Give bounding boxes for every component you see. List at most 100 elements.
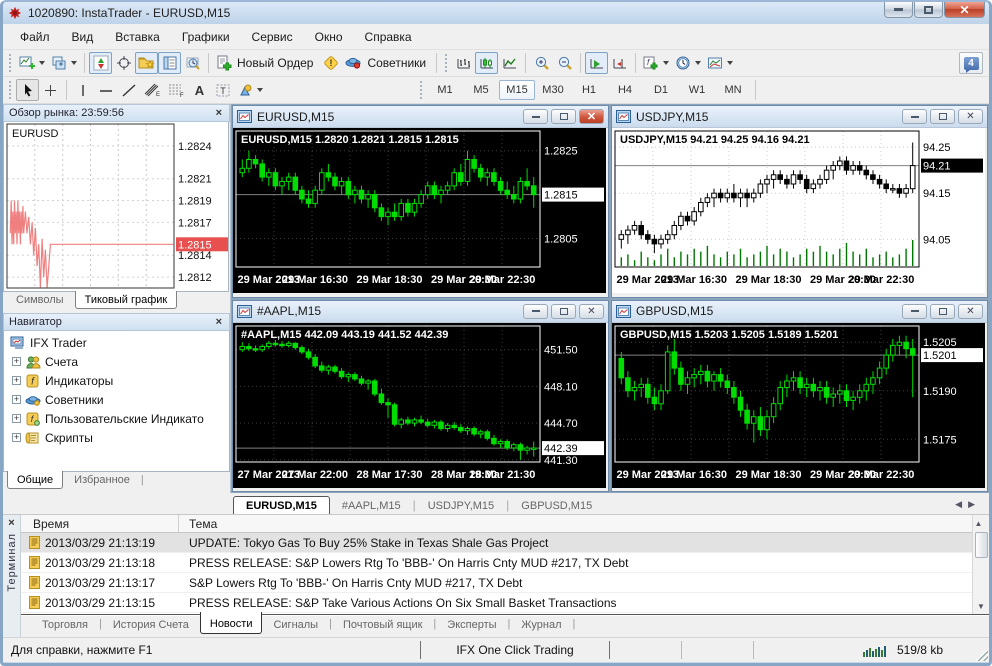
channel-tool-button[interactable]: E bbox=[140, 79, 164, 101]
timeframe-h4[interactable]: H4 bbox=[607, 80, 643, 100]
chart-shift-button[interactable] bbox=[585, 52, 609, 74]
tab-news[interactable]: Новости bbox=[199, 612, 263, 634]
expand-icon[interactable]: + bbox=[12, 376, 21, 385]
news-row[interactable]: 2013/03/29 21:13:17 S&P Lowers Rtg To 'B… bbox=[21, 573, 972, 593]
chart-tab-usdjpy[interactable]: USDJPY,M15 bbox=[416, 497, 506, 514]
tab-tick-chart[interactable]: Тиковый график bbox=[74, 291, 178, 309]
scroll-thumb[interactable] bbox=[974, 532, 988, 558]
timeframe-h1[interactable]: H1 bbox=[571, 80, 607, 100]
tab-trade[interactable]: Торговля bbox=[33, 616, 97, 634]
chart-restore-button[interactable] bbox=[930, 303, 955, 319]
navigator-close-icon[interactable]: × bbox=[214, 316, 224, 328]
crosshair-tool-button[interactable] bbox=[39, 79, 62, 101]
chart-close-button[interactable]: ✕ bbox=[579, 109, 604, 124]
warning-button[interactable]: ! bbox=[319, 52, 342, 74]
tab-experts[interactable]: Эксперты bbox=[438, 616, 505, 634]
indicators-button[interactable]: f bbox=[640, 52, 672, 74]
cursor-tool-button[interactable] bbox=[16, 79, 39, 101]
tick-chart[interactable]: 1.2824 1.2821 1.2819 1.2817 1.2814 1.281… bbox=[3, 122, 229, 292]
timeframe-m5[interactable]: M5 bbox=[463, 80, 499, 100]
timeframe-m15[interactable]: M15 bbox=[499, 80, 535, 100]
new-chart-dropdown[interactable] bbox=[39, 61, 45, 65]
chart-close-button[interactable]: ✕ bbox=[958, 303, 983, 319]
news-row[interactable]: 2013/03/29 21:13:15 PRESS RELEASE: S&P T… bbox=[21, 593, 972, 613]
chart-restore-button[interactable] bbox=[930, 109, 955, 124]
timeframe-mn[interactable]: MN bbox=[715, 80, 751, 100]
advisors-button[interactable]: Советники bbox=[342, 52, 432, 74]
menu-file[interactable]: Файл bbox=[9, 26, 61, 48]
timeframe-w1[interactable]: W1 bbox=[679, 80, 715, 100]
auto-scroll-button[interactable] bbox=[608, 52, 631, 74]
toolbar-grip[interactable] bbox=[444, 54, 450, 72]
candle-chart-eurusd[interactable]: 1.2825 1.2815 1.2805 1.2815EURUSD,M15 1.… bbox=[233, 128, 606, 293]
news-row[interactable]: 2013/03/29 21:13:19 UPDATE: Tokyo Gas To… bbox=[21, 533, 972, 553]
zoom-out-button[interactable] bbox=[553, 52, 576, 74]
data-window-button[interactable] bbox=[158, 52, 181, 74]
tab-common[interactable]: Общие bbox=[7, 471, 64, 489]
tree-item-advisors[interactable]: + Советники bbox=[4, 390, 229, 409]
chart-titlebar[interactable]: #AAPL,M15 ✕ bbox=[233, 300, 608, 323]
tab-journal[interactable]: Журнал bbox=[512, 616, 570, 634]
candle-chart-aapl[interactable]: 451.50 448.10 444.70 441.30 442.39 #AAPL,… bbox=[233, 322, 606, 488]
column-topic[interactable]: Тема bbox=[179, 517, 972, 531]
market-watch-close-icon[interactable]: × bbox=[214, 107, 224, 119]
chart-minimize-button[interactable] bbox=[523, 109, 548, 124]
chart-tab-gbpusd[interactable]: GBPUSD,M15 bbox=[509, 497, 604, 514]
chart-minimize-button[interactable] bbox=[523, 303, 548, 319]
chart-restore-button[interactable] bbox=[551, 303, 576, 319]
chart-titlebar[interactable]: USDJPY,M15 ✕ bbox=[612, 106, 987, 128]
tree-root-account[interactable]: IFX Trader bbox=[4, 333, 229, 352]
toolbar-grip[interactable] bbox=[419, 81, 424, 99]
fibonacci-tool-button[interactable]: F bbox=[164, 79, 188, 101]
chart-restore-button[interactable] bbox=[551, 109, 576, 124]
tab-mailbox[interactable]: Почтовый ящик bbox=[334, 616, 431, 634]
chart-minimize-button[interactable] bbox=[902, 109, 927, 124]
templates-button[interactable] bbox=[704, 52, 736, 74]
tab-scroll-arrows[interactable]: ◀▶ bbox=[955, 499, 981, 510]
chart-titlebar[interactable]: GBPUSD,M15 ✕ bbox=[612, 300, 987, 323]
vertical-line-tool-button[interactable] bbox=[71, 79, 94, 101]
menu-window[interactable]: Окно bbox=[304, 26, 354, 48]
chart-tab-aapl[interactable]: #AAPL,M15 bbox=[330, 497, 413, 514]
toolbar-grip[interactable] bbox=[8, 81, 13, 99]
news-row[interactable]: 2013/03/29 21:13:18 PRESS RELEASE: S&P L… bbox=[21, 553, 972, 573]
chart-close-button[interactable]: ✕ bbox=[579, 303, 604, 319]
tick-chart-toggle-button[interactable] bbox=[89, 52, 112, 74]
candlestick-type-button[interactable] bbox=[475, 52, 499, 74]
expand-icon[interactable]: + bbox=[12, 395, 21, 404]
chart-tab-eurusd[interactable]: EURUSD,M15 bbox=[233, 496, 330, 514]
column-time[interactable]: Время bbox=[21, 515, 179, 532]
scroll-up-icon[interactable]: ▲ bbox=[975, 516, 988, 530]
window-maximize-button[interactable] bbox=[914, 2, 943, 18]
chart-titlebar[interactable]: EURUSD,M15 ✕ bbox=[233, 106, 608, 128]
menu-tools[interactable]: Сервис bbox=[241, 26, 304, 48]
strategy-tester-button[interactable] bbox=[181, 52, 204, 74]
tab-symbols[interactable]: Символы bbox=[7, 292, 73, 308]
timeframe-d1[interactable]: D1 bbox=[643, 80, 679, 100]
expand-icon[interactable]: + bbox=[12, 414, 21, 423]
expand-icon[interactable]: + bbox=[12, 357, 21, 366]
profiles-dropdown[interactable] bbox=[71, 61, 77, 65]
market-watch-button[interactable] bbox=[135, 52, 158, 74]
news-scrollbar[interactable]: ▲ ▼ bbox=[972, 515, 989, 614]
new-order-button[interactable]: Новый Ордер bbox=[213, 52, 319, 74]
crosshair-button[interactable] bbox=[112, 52, 135, 74]
chart-close-button[interactable]: ✕ bbox=[958, 109, 983, 124]
indicators-dropdown[interactable] bbox=[663, 61, 670, 65]
menu-view[interactable]: Вид bbox=[61, 26, 105, 48]
templates-dropdown[interactable] bbox=[727, 61, 734, 65]
window-close-button[interactable]: ✕ bbox=[944, 2, 985, 18]
menu-charts[interactable]: Графики bbox=[171, 26, 241, 48]
periods-dropdown[interactable] bbox=[695, 61, 702, 65]
status-trading-mode[interactable]: IFX One Click Trading bbox=[420, 641, 610, 659]
window-minimize-button[interactable] bbox=[884, 2, 913, 18]
shapes-tool-button[interactable] bbox=[234, 79, 266, 101]
candle-chart-gbpusd[interactable]: 1.5205 1.5190 1.5175 1.5201 GBPUSD,M15 1.… bbox=[612, 322, 985, 488]
text-tool-button[interactable]: A bbox=[188, 79, 211, 101]
zoom-in-button[interactable] bbox=[530, 52, 553, 74]
tab-account-history[interactable]: История Счета bbox=[104, 616, 198, 634]
tab-signals[interactable]: Сигналы bbox=[264, 616, 327, 634]
expand-icon[interactable]: + bbox=[12, 433, 21, 442]
menu-help[interactable]: Справка bbox=[354, 26, 423, 48]
tab-favorites[interactable]: Избранное bbox=[65, 472, 139, 488]
